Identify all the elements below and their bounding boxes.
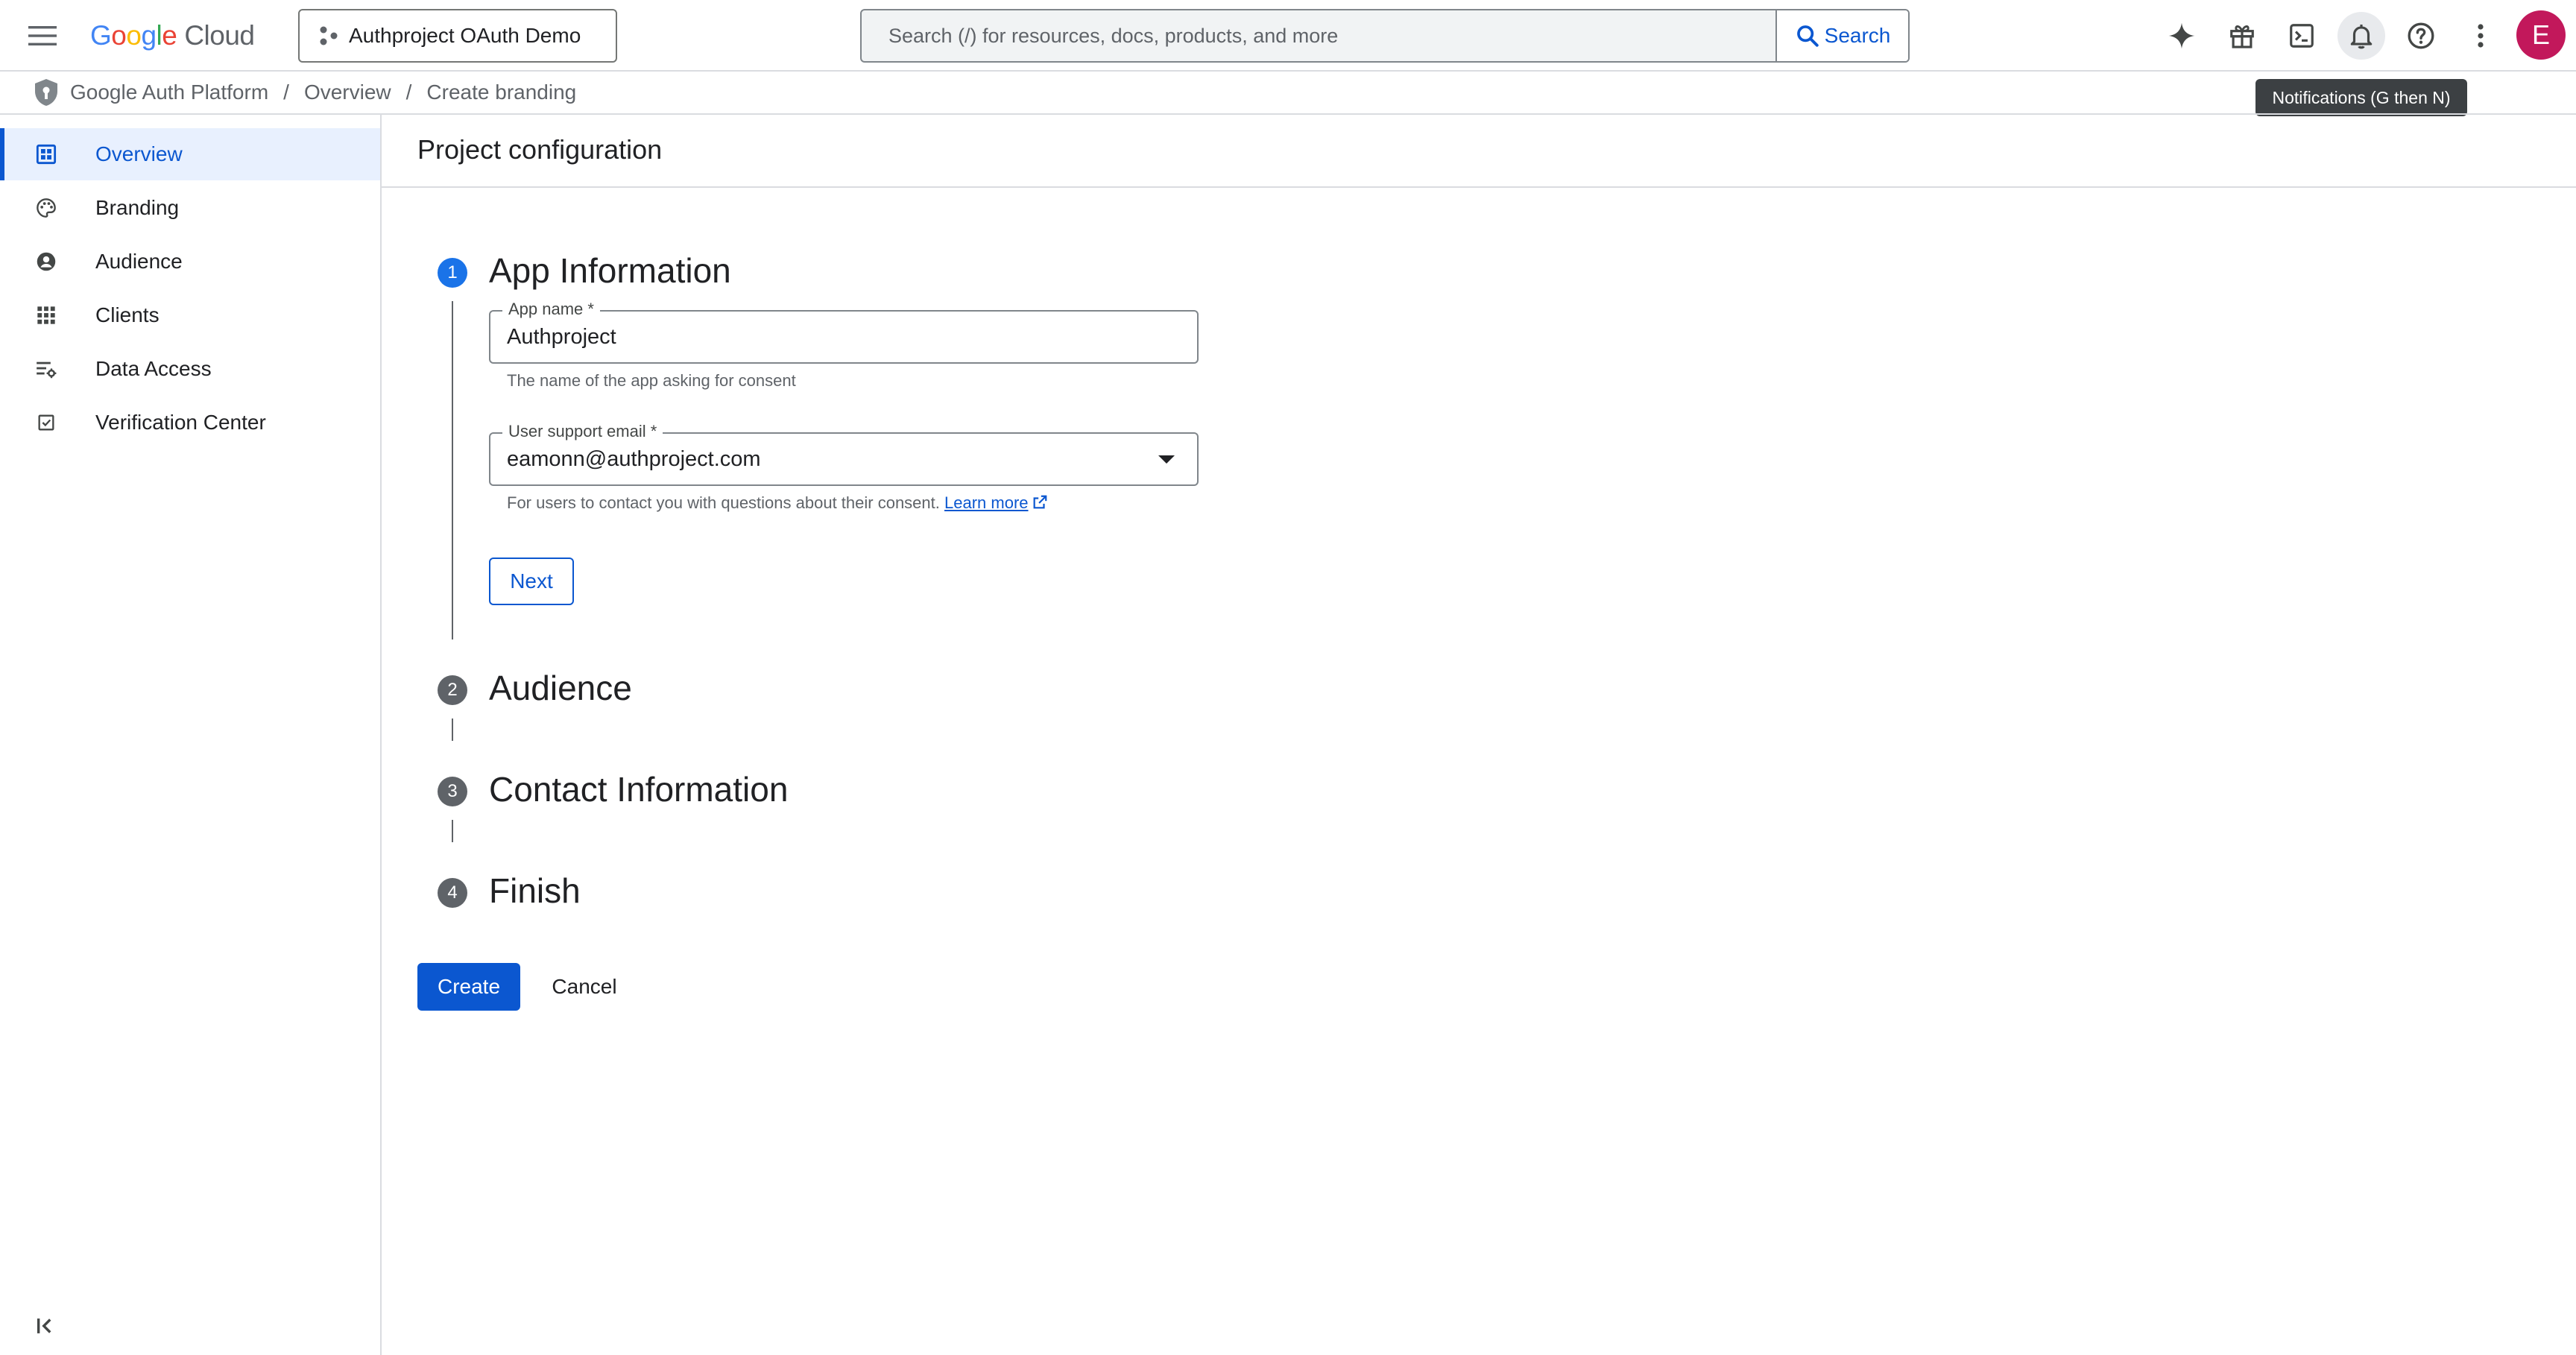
sidebar-item-branding[interactable]: Branding [0,182,380,234]
sidebar-item-label: Overview [95,142,183,165]
support-email-value: eamonn@authproject.com [507,447,761,471]
sidebar-item-label: Data Access [95,357,212,380]
notifications-button[interactable] [2337,12,2385,60]
auth-platform-shield-icon [35,79,57,106]
cloud-shell-button[interactable] [2278,12,2326,60]
sidebar-item-data-access[interactable]: Data Access [0,343,380,395]
cancel-button[interactable]: Cancel [535,963,634,1011]
step-connector [452,718,453,741]
account-avatar[interactable]: E [2516,10,2566,60]
breadcrumb-item-current: Create branding [426,80,577,104]
gemini-button[interactable] [2158,12,2206,60]
gemini-sparkle-icon [2168,22,2195,49]
step-title-app-information[interactable]: App Information [489,250,731,291]
main-menu-button[interactable] [22,18,63,54]
project-picker-button[interactable]: Authproject OAuth Demo [298,9,617,63]
step-title-finish[interactable]: Finish [489,871,581,911]
support-email-hint-text: For users to contact you with questions … [507,493,940,512]
account-circle-icon [37,252,56,271]
dashboard-icon [36,144,57,165]
sidebar-item-overview[interactable]: Overview [0,128,380,180]
top-bar: Google Cloud Authproject OAuth Demo Searc… [0,0,2576,72]
breadcrumb: Google Auth Platform / Overview / Create… [0,72,2576,115]
search-bar: Search [860,9,1910,63]
step-number-2: 2 [438,675,467,705]
breadcrumb-separator: / [405,80,412,104]
breadcrumb-separator: / [283,80,289,104]
search-input[interactable] [862,10,1775,61]
support-email-hint: For users to contact you with questions … [507,493,1048,513]
page-header: Project configuration [382,115,2576,188]
logo-letter: G [90,20,112,51]
whats-new-button[interactable] [2218,12,2266,60]
breadcrumb-item-overview[interactable]: Overview [304,80,391,104]
project-name: Authproject OAuth Demo [349,24,581,47]
learn-more-link[interactable]: Learn more [944,493,1029,512]
sidebar-item-clients[interactable]: Clients [0,289,380,341]
sidebar: Overview Branding Audience Clients Data … [0,115,382,1355]
help-button[interactable] [2397,12,2445,60]
logo-letter: e [162,20,177,51]
app-name-field[interactable]: App name * Authproject [489,300,1199,364]
sidebar-item-verification-center[interactable]: Verification Center [0,397,380,449]
search-button-label: Search [1824,24,1891,47]
sidebar-item-audience[interactable]: Audience [0,236,380,288]
step-number-4: 4 [438,878,467,908]
learn-more-label: Learn more [944,493,1029,512]
search-button[interactable]: Search [1775,10,1908,61]
open-in-new-icon [1033,495,1046,509]
sidebar-item-label: Clients [95,303,160,326]
step-connector [452,820,453,842]
page-title: Project configuration [417,134,663,165]
collapse-sidebar-icon[interactable] [34,1313,60,1339]
step-title-contact-information[interactable]: Contact Information [489,769,788,809]
data-settings-icon [37,361,57,379]
sidebar-item-label: Verification Center [95,411,266,434]
app-name-value[interactable]: Authproject [507,312,616,362]
help-icon [2408,22,2434,49]
google-cloud-logo[interactable]: Google Cloud [90,18,255,54]
create-button[interactable]: Create [417,963,520,1011]
verified-checkbox-icon [38,414,54,431]
more-vert-icon [2478,24,2484,48]
step-number-3: 3 [438,777,467,806]
logo-product-name: Cloud [184,20,255,51]
hamburger-menu-icon [28,26,57,45]
breadcrumb-item-auth-platform[interactable]: Google Auth Platform [70,80,268,104]
dropdown-arrow-icon [1158,455,1175,464]
step-connector [452,301,453,639]
next-button[interactable]: Next [489,558,574,605]
gift-icon [2230,25,2254,48]
search-icon [1796,25,1819,47]
sidebar-item-label: Audience [95,250,183,273]
project-hub-icon [320,26,338,45]
palette-icon [37,198,56,218]
logo-letter: g [141,20,157,51]
bell-icon [2350,24,2373,49]
app-name-hint: The name of the app asking for consent [507,371,796,390]
apps-grid-icon [37,306,55,324]
sidebar-item-label: Branding [95,196,180,219]
support-email-select[interactable]: User support email * eamonn@authproject.… [489,422,1199,486]
step-number-1: 1 [438,258,467,288]
step-title-audience[interactable]: Audience [489,668,632,708]
more-options-button[interactable] [2457,12,2504,60]
terminal-icon [2290,24,2314,48]
logo-letter: o [111,20,127,51]
logo-letter: o [126,20,142,51]
